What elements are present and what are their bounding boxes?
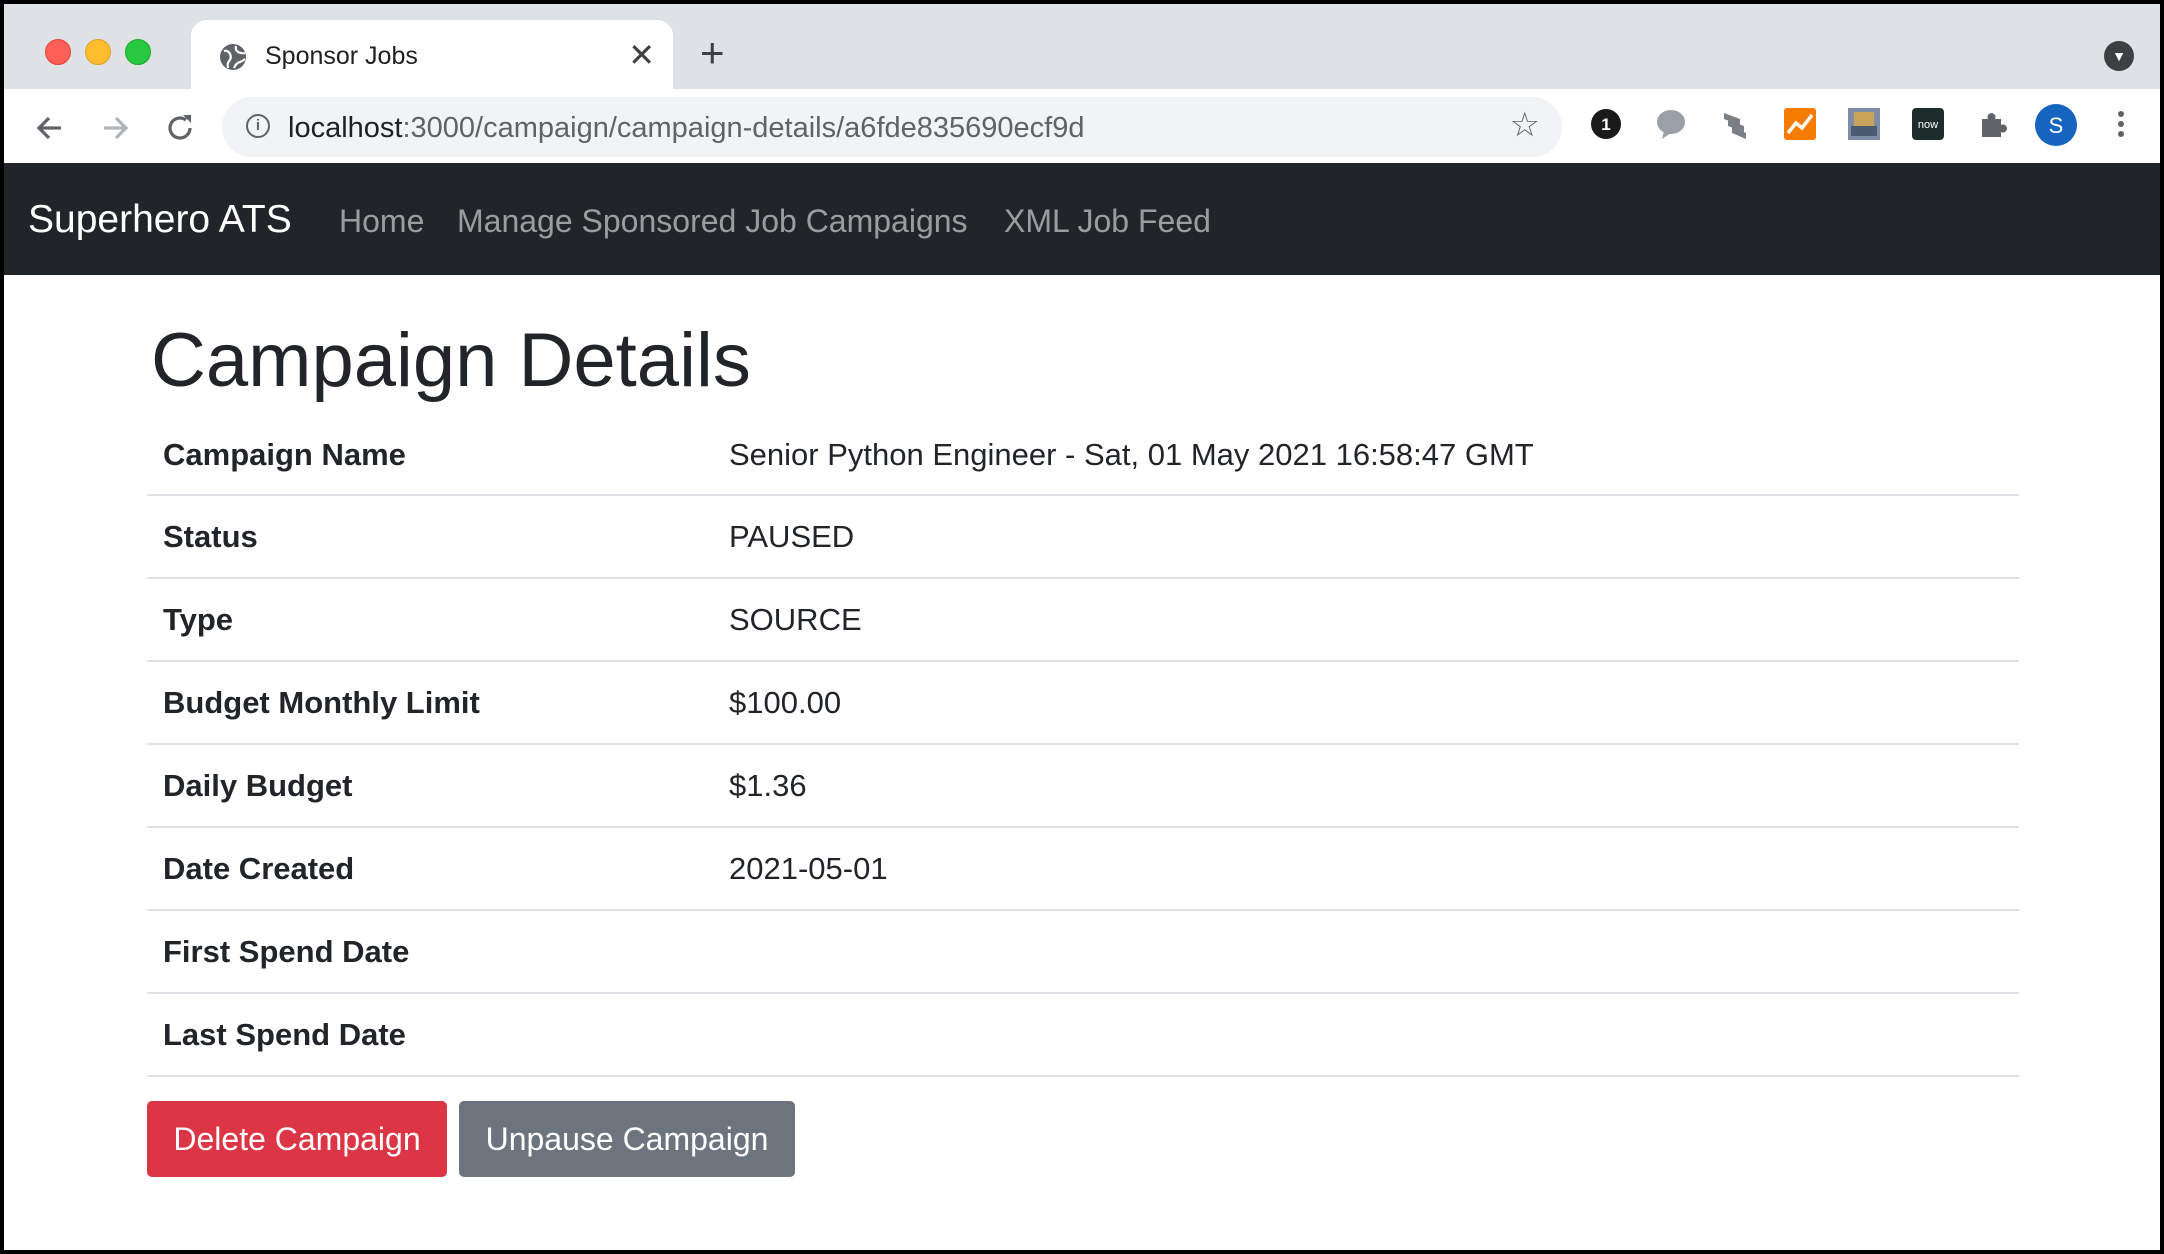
kebab-menu-icon[interactable] — [2104, 107, 2138, 141]
page-title: Campaign Details — [151, 318, 751, 403]
image-extension-icon[interactable] — [1847, 107, 1881, 141]
puzzle-icon[interactable] — [1976, 107, 2010, 141]
campaign-details-table: Campaign Name Senior Python Engineer - S… — [147, 415, 2019, 1077]
analytics-extension-icon[interactable] — [1783, 107, 1817, 141]
navbar-brand[interactable]: Superhero ATS — [28, 198, 292, 242]
row-label-status: Status — [147, 495, 713, 579]
forward-icon[interactable] — [96, 109, 134, 147]
maximize-window-button[interactable] — [125, 39, 151, 65]
delete-campaign-button[interactable]: Delete Campaign — [147, 1101, 447, 1177]
row-label-last-spend-date: Last Spend Date — [147, 993, 713, 1077]
table-row: Date Created 2021-05-01 — [147, 827, 2019, 911]
row-value-daily-budget: $1.36 — [713, 744, 2019, 828]
app-navbar: Superhero ATS Home Manage Sponsored Job … — [4, 163, 2160, 275]
row-value-status: PAUSED — [713, 495, 2019, 579]
url-path: :3000/campaign/campaign-details/a6fde835… — [402, 112, 1085, 144]
tab-strip: Sponsor Jobs ✕ + ▼ — [4, 4, 2160, 89]
table-row: Type SOURCE — [147, 578, 2019, 662]
row-value-budget-monthly-limit: $100.00 — [713, 661, 2019, 745]
back-icon[interactable] — [31, 109, 69, 147]
row-label-budget-monthly-limit: Budget Monthly Limit — [147, 661, 713, 745]
table-row: Budget Monthly Limit $100.00 — [147, 661, 2019, 745]
tab-close-icon[interactable]: ✕ — [628, 39, 655, 71]
browser-window: Sponsor Jobs ✕ + ▼ i localhost:3000/camp… — [4, 4, 2160, 1250]
minimize-window-button[interactable] — [85, 39, 111, 65]
address-bar[interactable]: i localhost:3000/campaign/campaign-detai… — [222, 97, 1562, 157]
table-row: Last Spend Date — [147, 993, 2019, 1077]
table-row: Status PAUSED — [147, 495, 2019, 579]
close-window-button[interactable] — [45, 39, 71, 65]
row-value-first-spend-date — [713, 910, 2019, 994]
password-manager-extension-icon[interactable]: 1 — [1589, 107, 1623, 141]
nav-link-manage-campaigns[interactable]: Manage Sponsored Job Campaigns — [457, 203, 968, 240]
row-value-type: SOURCE — [713, 578, 2019, 662]
nav-link-xml-job-feed[interactable]: XML Job Feed — [1004, 203, 1211, 240]
row-label-first-spend-date: First Spend Date — [147, 910, 713, 994]
url-text[interactable]: localhost:3000/campaign/campaign-details… — [288, 112, 1084, 145]
row-label-campaign-name: Campaign Name — [147, 415, 713, 496]
info-icon[interactable]: i — [246, 114, 270, 138]
now-extension-icon[interactable]: now — [1911, 107, 1945, 141]
table-row: Daily Budget $1.36 — [147, 744, 2019, 828]
url-host: localhost — [288, 112, 403, 144]
layers-extension-icon[interactable] — [1718, 107, 1752, 141]
row-value-last-spend-date — [713, 993, 2019, 1077]
row-label-type: Type — [147, 578, 713, 662]
globe-icon — [220, 44, 246, 70]
extension-badge-text: 1 — [1601, 115, 1610, 134]
chat-bubble-extension-icon[interactable] — [1654, 107, 1688, 141]
row-label-date-created: Date Created — [147, 827, 713, 911]
reload-icon[interactable] — [161, 109, 199, 147]
profile-initial: S — [2049, 113, 2064, 138]
now-extension-text: now — [1918, 119, 1938, 131]
tab-sponsor-jobs[interactable]: Sponsor Jobs ✕ — [191, 20, 673, 89]
profile-avatar[interactable]: S — [2034, 103, 2078, 147]
row-value-campaign-name: Senior Python Engineer - Sat, 01 May 202… — [713, 415, 2019, 496]
tab-title: Sponsor Jobs — [265, 42, 418, 70]
unpause-campaign-button[interactable]: Unpause Campaign — [459, 1101, 795, 1177]
tab-search-icon[interactable]: ▼ — [2104, 41, 2134, 71]
nav-link-home[interactable]: Home — [339, 203, 424, 240]
new-tab-button[interactable]: + — [700, 32, 725, 74]
browser-toolbar: i localhost:3000/campaign/campaign-detai… — [4, 89, 2160, 167]
table-row: Campaign Name Senior Python Engineer - S… — [147, 415, 2019, 496]
row-label-daily-budget: Daily Budget — [147, 744, 713, 828]
star-icon[interactable]: ☆ — [1510, 108, 1540, 142]
row-value-date-created: 2021-05-01 — [713, 827, 2019, 911]
table-row: First Spend Date — [147, 910, 2019, 994]
